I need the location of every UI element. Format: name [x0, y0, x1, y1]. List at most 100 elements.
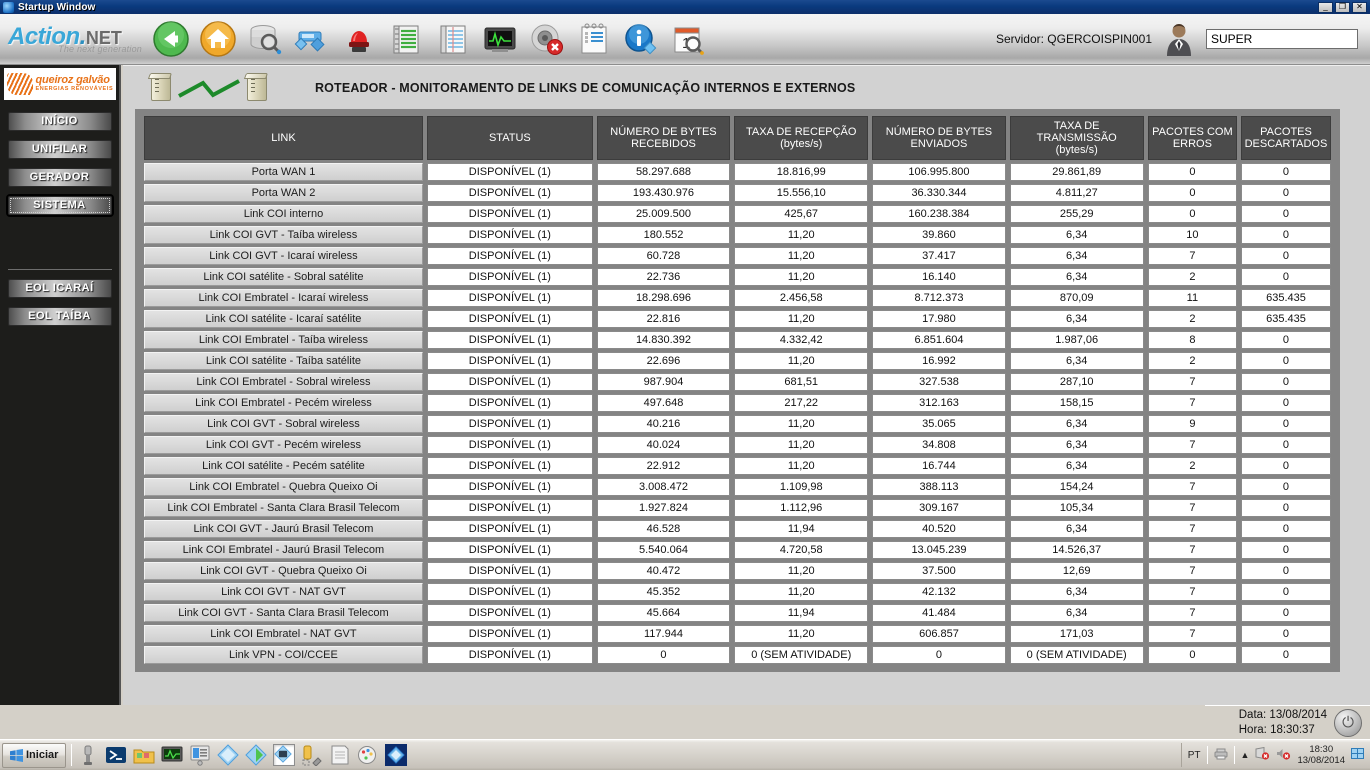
taskbar-app-tools[interactable] — [301, 744, 323, 767]
link-name-cell[interactable]: Link COI GVT - Sobral wireless — [144, 415, 423, 433]
blue-notebook-icon[interactable] — [434, 20, 472, 58]
link-name-cell[interactable]: Link COI satélite - Sobral satélite — [144, 268, 423, 286]
tx-bytes-cell: 309.167 — [872, 499, 1006, 517]
link-name-cell[interactable]: Porta WAN 1 — [144, 163, 423, 181]
status-cell: DISPONÍVEL (1) — [426, 373, 593, 391]
tx-bytes-cell: 42.132 — [872, 583, 1006, 601]
tx-rate-cell: 105,34 — [1009, 499, 1144, 517]
home-icon[interactable] — [199, 20, 237, 58]
network-tag-icon[interactable] — [293, 20, 331, 58]
link-name-cell[interactable]: Link COI Embratel - Jaurú Brasil Telecom — [144, 541, 423, 559]
link-name-cell[interactable]: Link COI GVT - Santa Clara Brasil Teleco… — [144, 604, 423, 622]
power-icon[interactable]: ⏻ — [1334, 708, 1362, 737]
link-name-cell[interactable]: Link COI GVT - Quebra Queixo Oi — [144, 562, 423, 580]
table-row: Link COI satélite - Taíba satélite DISPON… — [144, 352, 1331, 370]
rx-bytes-cell: 987.904 — [596, 373, 731, 391]
user-field[interactable] — [1206, 29, 1358, 49]
rx-rate-cell: 4.332,42 — [734, 331, 869, 349]
link-name-cell[interactable]: Link COI Embratel - Sobral wireless — [144, 373, 423, 391]
two-servers-link-diagram — [151, 71, 291, 105]
rx-bytes-cell: 46.528 — [596, 520, 731, 538]
link-name-cell[interactable]: Porta WAN 2 — [144, 184, 423, 202]
table-row: Link COI GVT - Sobral wireless DISPONÍVEL… — [144, 415, 1331, 433]
link-name-cell[interactable]: Link COI interno — [144, 205, 423, 223]
col-header-rx-bytes-line2: RECEBIDOS — [631, 138, 696, 150]
link-name-cell[interactable]: Link COI GVT - Taíba wireless — [144, 226, 423, 244]
taskbar-app-paint[interactable] — [357, 744, 379, 766]
alarm-beacon-icon[interactable] — [340, 20, 378, 58]
status-cell: DISPONÍVEL (1) — [426, 415, 593, 433]
rx-bytes-cell: 18.298.696 — [596, 289, 731, 307]
mute-speaker-icon[interactable] — [528, 20, 566, 58]
windows-flag-icon — [10, 748, 23, 762]
tray-clock[interactable]: 18:30 13/08/2014 — [1297, 744, 1345, 766]
clipboard-icon[interactable] — [575, 20, 613, 58]
taskbar-app-notepad[interactable] — [329, 744, 351, 766]
taskbar-app-action-2[interactable] — [245, 744, 268, 766]
database-search-icon[interactable] — [246, 20, 284, 58]
tray-printer-icon[interactable] — [1214, 748, 1228, 763]
links-table: LINK STATUS NÚMERO DE BYTES RECEBIDOS TA… — [140, 113, 1335, 667]
restore-button[interactable]: ❐ — [1335, 1, 1350, 13]
link-name-cell[interactable]: Link COI Embratel - Pecém wireless — [144, 394, 423, 412]
taskbar-app-action-net[interactable] — [385, 744, 408, 766]
taskbar-app-monitor[interactable] — [161, 744, 183, 766]
link-name-cell[interactable]: Link COI Embratel - NAT GVT — [144, 625, 423, 643]
trend-monitor-icon[interactable] — [481, 20, 519, 58]
taskbar-apps — [77, 744, 408, 767]
back-arrow-icon[interactable] — [152, 20, 190, 58]
start-button-label: Iniciar — [26, 749, 59, 761]
tray-expand-icon[interactable]: ▲ — [1241, 750, 1250, 760]
sidebar-item-eol-taiba[interactable]: EOL TAÍBA — [7, 307, 112, 326]
link-name-cell[interactable]: Link COI satélite - Taíba satélite — [144, 352, 423, 370]
table-row: Link COI GVT - Santa Clara Brasil Teleco… — [144, 604, 1331, 622]
sidebar-item-unifilar[interactable]: UNIFILAR — [7, 140, 112, 159]
start-button[interactable]: Iniciar — [2, 742, 67, 768]
taskbar-app-server-manager[interactable] — [189, 744, 211, 766]
sidebar-item-sistema[interactable]: SISTEMA — [7, 196, 112, 215]
sidebar-item-eol-icarai[interactable]: EOL ICARAÍ — [7, 279, 112, 298]
error-packets-cell: 7 — [1147, 625, 1237, 643]
tray-show-desktop-icon[interactable] — [1351, 748, 1364, 762]
tx-rate-cell: 6,34 — [1009, 457, 1144, 475]
link-name-cell[interactable]: Link COI Embratel - Taíba wireless — [144, 331, 423, 349]
error-packets-cell: 7 — [1147, 436, 1237, 454]
link-name-cell[interactable]: Link COI GVT - Jaurú Brasil Telecom — [144, 520, 423, 538]
minimize-button[interactable]: _ — [1318, 1, 1333, 13]
rx-rate-cell: 1.112,96 — [734, 499, 869, 517]
queiroz-galvao-logo: queiroz galvão ENERGIAS RENOVÁVEIS — [3, 68, 116, 100]
tx-rate-cell: 12,69 — [1009, 562, 1144, 580]
table-body: Porta WAN 1 DISPONÍVEL (1) 58.297.688 18.81… — [144, 163, 1331, 664]
link-name-cell[interactable]: Link COI GVT - Pecém wireless — [144, 436, 423, 454]
link-name-cell[interactable]: Link COI Embratel - Icaraí wireless — [144, 289, 423, 307]
tray-volume-mute-icon[interactable] — [1276, 747, 1291, 763]
sidebar-item-gerador[interactable]: GERADOR — [7, 168, 112, 187]
tray-language[interactable]: PT — [1188, 750, 1201, 761]
info-icon[interactable] — [622, 20, 660, 58]
green-notebook-icon[interactable] — [387, 20, 425, 58]
taskbar-app-action-1[interactable] — [217, 744, 240, 766]
link-name-cell[interactable]: Link COI GVT - Icaraí wireless — [144, 247, 423, 265]
close-button[interactable]: ✕ — [1352, 1, 1367, 13]
taskbar-app-explorer[interactable] — [133, 744, 155, 766]
page-title: ROTEADOR - MONITORAMENTO DE LINKS DE COM… — [315, 80, 856, 95]
taskbar-app-action-3[interactable] — [273, 744, 296, 766]
link-name-cell[interactable]: Link COI GVT - NAT GVT — [144, 583, 423, 601]
taskbar-app-powershell[interactable] — [105, 744, 127, 766]
status-cell: DISPONÍVEL (1) — [426, 499, 593, 517]
tray-network-error-icon[interactable] — [1255, 746, 1270, 763]
tx-rate-cell: 287,10 — [1009, 373, 1144, 391]
link-name-cell[interactable]: Link COI Embratel - Santa Clara Brasil T… — [144, 499, 423, 517]
rx-bytes-cell: 14.830.392 — [596, 331, 731, 349]
calendar-search-icon[interactable]: 1 — [669, 20, 707, 58]
rx-rate-cell: 11,20 — [734, 415, 869, 433]
link-name-cell[interactable]: Link COI satélite - Pecém satélite — [144, 457, 423, 475]
sidebar-item-inicio[interactable]: INÍCIO — [7, 112, 112, 131]
link-name-cell[interactable]: Link COI Embratel - Quebra Queixo Oi — [144, 478, 423, 496]
tx-rate-cell: 6,34 — [1009, 520, 1144, 538]
link-name-cell[interactable]: Link VPN - COI/CCEE — [144, 646, 423, 664]
link-name-cell[interactable]: Link COI satélite - Icaraí satélite — [144, 310, 423, 328]
taskbar-app-tool[interactable] — [77, 744, 99, 766]
status-cell: DISPONÍVEL (1) — [426, 310, 593, 328]
tx-rate-cell: 6,34 — [1009, 310, 1144, 328]
